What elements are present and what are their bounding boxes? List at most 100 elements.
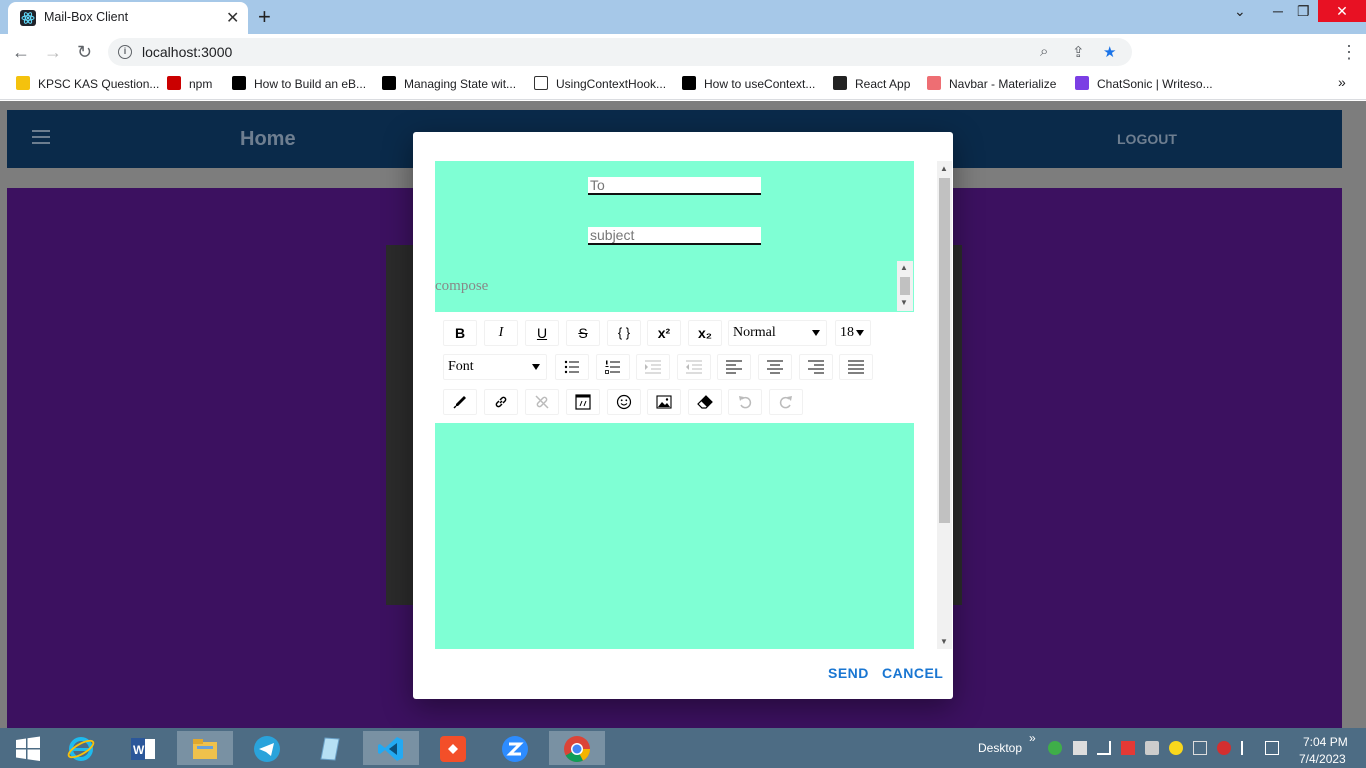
- taskbar-overflow-button[interactable]: »: [1029, 731, 1036, 745]
- react-icon: [833, 76, 847, 90]
- code-button[interactable]: { }: [607, 320, 641, 346]
- remove-format-button[interactable]: [688, 389, 722, 415]
- italic-button[interactable]: I: [484, 320, 518, 346]
- align-center-button[interactable]: [758, 354, 792, 380]
- embed-button[interactable]: [566, 389, 600, 415]
- volume-icon[interactable]: [1145, 741, 1159, 755]
- keyboard-icon[interactable]: [1193, 741, 1207, 755]
- minimize-button[interactable]: ─: [1273, 3, 1283, 19]
- cancel-button[interactable]: CANCEL: [882, 665, 943, 681]
- scroll-thumb[interactable]: [939, 178, 950, 523]
- bookmarks-overflow-button[interactable]: »: [1338, 74, 1346, 90]
- emoji-button[interactable]: [607, 389, 641, 415]
- scroll-up-icon[interactable]: ▲: [940, 164, 948, 173]
- clock-time[interactable]: 7:04 PM: [1303, 735, 1348, 749]
- address-url[interactable]: localhost:3000: [142, 44, 232, 60]
- tray-app-icon[interactable]: [1169, 741, 1183, 755]
- start-button[interactable]: [0, 731, 56, 765]
- align-right-button[interactable]: [799, 354, 833, 380]
- bookmark-item[interactable]: npm: [167, 76, 212, 91]
- align-left-button[interactable]: [717, 354, 751, 380]
- scroll-down-icon[interactable]: ▼: [940, 637, 948, 646]
- bookmark-item[interactable]: KPSC KAS Question...: [16, 76, 159, 91]
- chrome-taskbar-button[interactable]: [549, 731, 605, 765]
- share-icon[interactable]: ⇪: [1072, 43, 1085, 61]
- vscode-taskbar-button[interactable]: [363, 731, 419, 765]
- bookmark-item[interactable]: How to useContext...: [682, 76, 815, 91]
- zoom-taskbar-button[interactable]: [487, 731, 543, 765]
- close-window-button[interactable]: ✕: [1318, 0, 1366, 22]
- image-button[interactable]: [647, 389, 681, 415]
- bookmark-item[interactable]: React App: [833, 76, 910, 91]
- indent-button[interactable]: [636, 354, 670, 380]
- unlink-button[interactable]: [525, 389, 559, 415]
- address-bar[interactable]: i localhost:3000 ⌕ ⇪ ★: [108, 38, 1132, 66]
- new-tab-button[interactable]: +: [258, 4, 271, 30]
- editor-scrollbar[interactable]: ▲ ▼: [897, 261, 913, 311]
- block-type-dropdown[interactable]: Normal: [728, 320, 827, 346]
- justify-button[interactable]: [839, 354, 873, 380]
- bookmarks-bar: KPSC KAS Question... npm How to Build an…: [0, 70, 1366, 100]
- tab-close-icon[interactable]: ✕: [226, 8, 239, 28]
- forward-button[interactable]: →: [44, 42, 62, 63]
- undo-button[interactable]: [728, 389, 762, 415]
- file-explorer-taskbar-button[interactable]: [177, 731, 233, 765]
- tray-network-status-icon[interactable]: [1048, 741, 1062, 755]
- redo-button[interactable]: [769, 389, 803, 415]
- reload-button[interactable]: ↻: [77, 42, 92, 63]
- underline-button[interactable]: U: [525, 320, 559, 346]
- dialog-scrollbar[interactable]: ▲ ▼: [937, 161, 952, 649]
- browser-menu-icon[interactable]: ⋮: [1340, 42, 1358, 63]
- bookmark-item[interactable]: ChatSonic | Writeso...: [1075, 76, 1213, 91]
- internet-explorer-taskbar-button[interactable]: [53, 731, 109, 765]
- scroll-down-icon[interactable]: ▼: [900, 298, 908, 307]
- tab-search-chevron-icon[interactable]: ⌄: [1234, 3, 1246, 20]
- ordered-list-button[interactable]: [596, 354, 630, 380]
- zoom-icon[interactable]: ⌕: [1040, 43, 1048, 60]
- flag-icon[interactable]: [1241, 741, 1255, 755]
- desktop-toolbar-label[interactable]: Desktop: [978, 741, 1022, 755]
- bookmark-star-icon[interactable]: ★: [1103, 43, 1116, 61]
- bookmark-item[interactable]: Navbar - Materialize: [927, 76, 1056, 91]
- notepad-taskbar-button[interactable]: [301, 731, 357, 765]
- git-taskbar-button[interactable]: [425, 731, 481, 765]
- subject-field[interactable]: [588, 227, 761, 245]
- font-family-dropdown[interactable]: Font: [443, 354, 547, 380]
- signal-icon[interactable]: [1097, 741, 1111, 755]
- superscript-button[interactable]: x²: [647, 320, 681, 346]
- send-button[interactable]: SEND: [828, 665, 869, 681]
- nav-home-link[interactable]: Home: [240, 128, 296, 151]
- clock-date[interactable]: 7/4/2023: [1299, 752, 1346, 766]
- hamburger-menu-icon[interactable]: [32, 130, 50, 144]
- action-center-icon[interactable]: [1265, 741, 1279, 755]
- strikethrough-button[interactable]: S: [566, 320, 600, 346]
- bold-button[interactable]: B: [443, 320, 477, 346]
- browser-tab[interactable]: Mail-Box Client ✕: [8, 2, 248, 34]
- link-button[interactable]: [484, 389, 518, 415]
- text-color-button[interactable]: [443, 389, 477, 415]
- telegram-taskbar-button[interactable]: [239, 731, 295, 765]
- back-button[interactable]: ←: [12, 42, 30, 63]
- email-body-editor[interactable]: [435, 423, 914, 649]
- tray-drive-icon[interactable]: [1073, 741, 1087, 755]
- bookmark-item[interactable]: Managing State wit...: [382, 76, 516, 91]
- dev-icon: [682, 76, 696, 90]
- unordered-list-button[interactable]: [555, 354, 589, 380]
- tray-app-icon[interactable]: [1217, 741, 1231, 755]
- subject-input[interactable]: [588, 227, 761, 243]
- to-input[interactable]: [588, 177, 761, 193]
- font-size-dropdown[interactable]: 18: [835, 320, 871, 346]
- bookmark-item[interactable]: How to Build an eB...: [232, 76, 366, 91]
- site-info-icon[interactable]: i: [118, 45, 132, 59]
- maximize-button[interactable]: ❐: [1297, 3, 1310, 20]
- subscript-button[interactable]: x₂: [688, 320, 722, 346]
- to-field[interactable]: [588, 177, 761, 195]
- scroll-thumb[interactable]: [900, 277, 910, 295]
- git-icon: [440, 736, 466, 762]
- outdent-button[interactable]: [677, 354, 711, 380]
- tray-app-icon[interactable]: [1121, 741, 1135, 755]
- word-taskbar-button[interactable]: W: [115, 731, 171, 765]
- nav-logout-link[interactable]: LOGOUT: [1117, 131, 1177, 147]
- scroll-up-icon[interactable]: ▲: [900, 263, 908, 272]
- bookmark-item[interactable]: UsingContextHook...: [534, 76, 666, 91]
